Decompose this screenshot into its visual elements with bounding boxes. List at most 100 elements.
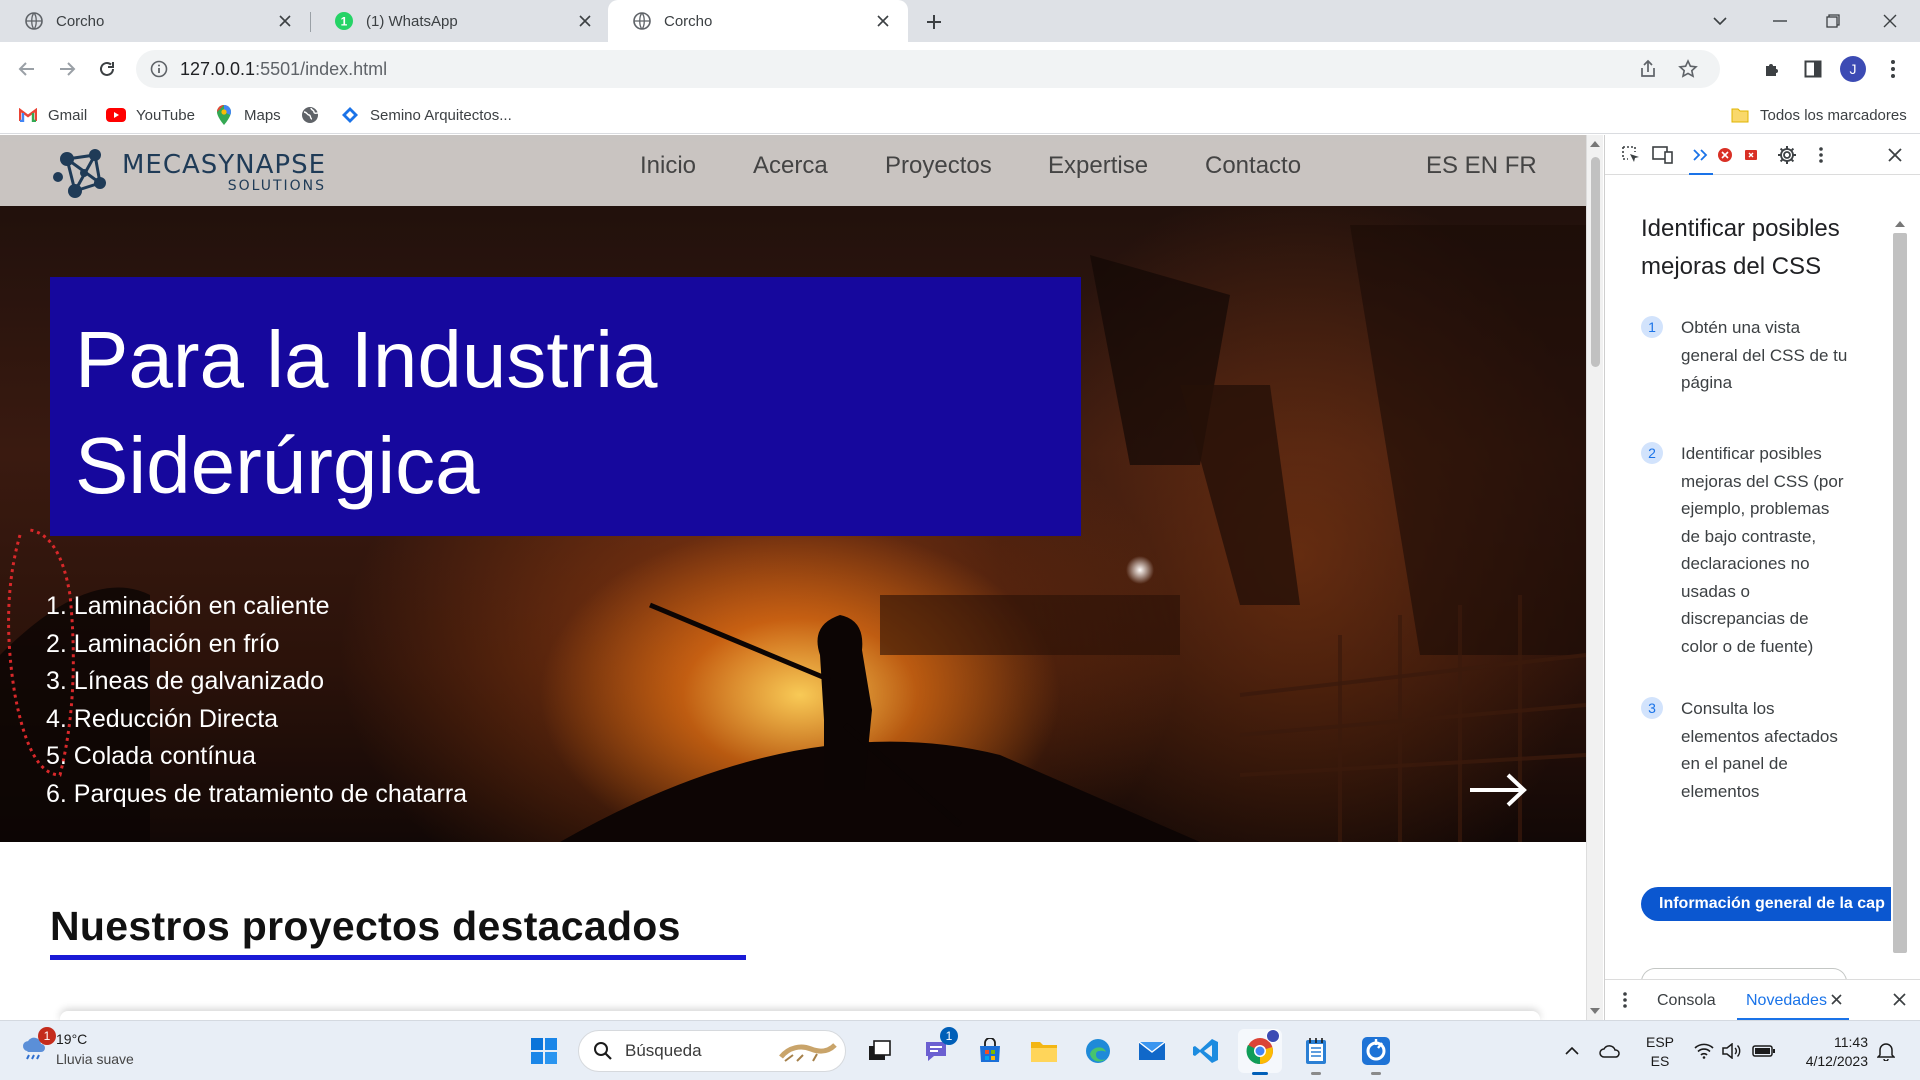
issues-indicator[interactable]	[1739, 143, 1763, 167]
tab-title: Corcho	[664, 12, 713, 30]
bookmark-label: Todos los marcadores	[1760, 106, 1907, 124]
vscode-button[interactable]	[1184, 1029, 1228, 1073]
project-card[interactable]	[60, 1011, 1540, 1020]
store-button[interactable]	[968, 1029, 1012, 1073]
issues-icon	[1745, 150, 1757, 160]
devtools-scrollbar-thumb[interactable]	[1893, 233, 1907, 953]
nav-acerca[interactable]: Acerca	[753, 152, 828, 180]
nav-contacto[interactable]: Contacto	[1205, 152, 1301, 180]
drawer-tab-console[interactable]: Consola	[1657, 992, 1716, 1010]
bookmark-semino[interactable]: Semino Arquitectos...	[340, 96, 512, 134]
system-clock[interactable]: 11:43 4/12/2023	[1788, 1033, 1868, 1071]
carousel-next-button[interactable]	[1468, 773, 1528, 807]
side-panel-button[interactable]	[1796, 52, 1830, 86]
notepad-button[interactable]	[1294, 1029, 1338, 1075]
tab-whatsapp[interactable]: 1 (1) WhatsApp	[310, 0, 610, 42]
chevron-up-icon	[1565, 1047, 1579, 1055]
speaker-icon	[1722, 1043, 1741, 1059]
close-window-button[interactable]	[1870, 6, 1910, 36]
show-hidden-icons-button[interactable]	[1560, 1039, 1584, 1063]
nav-proyectos[interactable]: Proyectos	[885, 152, 992, 180]
edge-button[interactable]	[1076, 1029, 1120, 1073]
devtools-menu-button[interactable]	[1809, 143, 1833, 167]
secondary-button[interactable]	[1641, 968, 1847, 979]
more-panels-button[interactable]	[1689, 143, 1713, 175]
close-devtools-button[interactable]	[1883, 143, 1907, 167]
star-icon[interactable]	[1678, 59, 1698, 79]
battery-status[interactable]	[1752, 1039, 1776, 1063]
chrome-button[interactable]	[1238, 1029, 1282, 1075]
tab-search-button[interactable]	[1700, 6, 1740, 36]
notifications-button[interactable]	[1874, 1039, 1898, 1063]
language-switcher[interactable]: ES EN FR	[1426, 152, 1537, 180]
start-button[interactable]	[522, 1029, 566, 1073]
weather-widget[interactable]: 1 19°C Lluvia suave	[20, 1027, 134, 1069]
snipping-tool-icon	[1362, 1037, 1390, 1065]
tab-title: (1) WhatsApp	[366, 12, 458, 30]
site-info-icon[interactable]	[150, 60, 168, 78]
close-icon[interactable]	[872, 10, 894, 32]
share-icon[interactable]	[1638, 59, 1658, 79]
weather-temp: 19°C	[56, 1031, 88, 1047]
capture-overview-button[interactable]: Información general de la cap	[1641, 887, 1891, 921]
battery-icon	[1752, 1045, 1775, 1057]
scroll-up-icon	[1590, 141, 1600, 147]
mail-button[interactable]	[1130, 1029, 1174, 1073]
plus-icon	[927, 15, 941, 29]
bookmark-youtube[interactable]: YouTube	[106, 96, 195, 134]
devtools-scrollbar[interactable]	[1881, 217, 1920, 979]
search-icon	[594, 1042, 612, 1060]
snipping-tool-button[interactable]	[1354, 1029, 1398, 1075]
profile-button[interactable]: J	[1836, 52, 1870, 86]
nav-expertise[interactable]: Expertise	[1048, 152, 1148, 180]
site-navbar: MECASYNAPSE SOLUTIONS Inicio Acerca Proy…	[0, 135, 1586, 206]
device-toolbar-button[interactable]	[1651, 143, 1675, 167]
drawer-menu-button[interactable]	[1623, 992, 1627, 1008]
page-scrollbar-thumb[interactable]	[1591, 157, 1600, 367]
bookmark-globe[interactable]	[300, 96, 330, 134]
all-bookmarks-folder[interactable]: Todos los marcadores	[1730, 96, 1907, 134]
tab-corcho-1[interactable]: Corcho	[0, 0, 310, 42]
bookmark-gmail[interactable]: Gmail	[18, 96, 87, 134]
list-item: 2. Laminación en frío	[46, 629, 280, 658]
page-scrollbar[interactable]	[1586, 135, 1603, 1020]
errors-indicator[interactable]	[1713, 143, 1737, 167]
back-button[interactable]	[10, 52, 44, 86]
bookmark-label: Semino Arquitectos...	[370, 106, 512, 124]
globe-icon	[24, 11, 44, 31]
tab-corcho-active[interactable]: Corcho	[608, 0, 908, 42]
site-logo[interactable]: MECASYNAPSE SOLUTIONS	[52, 143, 326, 203]
forward-button[interactable]	[50, 52, 84, 86]
devtools-settings-button[interactable]	[1775, 143, 1799, 167]
nav-inicio[interactable]: Inicio	[640, 152, 696, 180]
bookmark-maps[interactable]: Maps	[214, 96, 281, 134]
teams-chat-button[interactable]: 1	[914, 1027, 958, 1073]
taskbar-search[interactable]: Búsqueda	[578, 1030, 846, 1072]
volume-status[interactable]	[1720, 1039, 1744, 1063]
address-bar[interactable]: 127.0.0.1:5501/index.html	[136, 50, 1720, 88]
folder-icon	[1031, 1042, 1057, 1062]
minimize-button[interactable]	[1760, 6, 1800, 36]
close-icon[interactable]	[274, 10, 296, 32]
tab-title: Corcho	[56, 12, 105, 30]
language-indicator[interactable]: ESP ES	[1646, 1033, 1674, 1071]
close-drawer-button[interactable]	[1893, 993, 1906, 1006]
inspect-element-button[interactable]	[1619, 143, 1643, 167]
extensions-button[interactable]	[1756, 52, 1790, 86]
wifi-status[interactable]	[1692, 1039, 1716, 1063]
step-text: Consulta los elementos afectados en el p…	[1681, 699, 1838, 801]
close-icon	[1888, 148, 1902, 162]
menu-button[interactable]	[1876, 52, 1910, 86]
task-view-button[interactable]	[858, 1029, 902, 1073]
restore-button[interactable]	[1813, 6, 1853, 36]
new-tab-button[interactable]	[920, 8, 948, 36]
file-explorer-button[interactable]	[1022, 1029, 1066, 1073]
reload-button[interactable]	[90, 52, 124, 86]
step-3: 3 Consulta los elementos afectados en el…	[1641, 695, 1871, 805]
close-icon[interactable]	[574, 10, 596, 32]
close-tab-icon[interactable]	[1831, 994, 1842, 1005]
drawer-tab-whats-new[interactable]: Novedades	[1746, 992, 1827, 1010]
more-vertical-icon	[1819, 147, 1823, 163]
onedrive-button[interactable]	[1598, 1039, 1622, 1063]
store-icon	[980, 1038, 1000, 1062]
